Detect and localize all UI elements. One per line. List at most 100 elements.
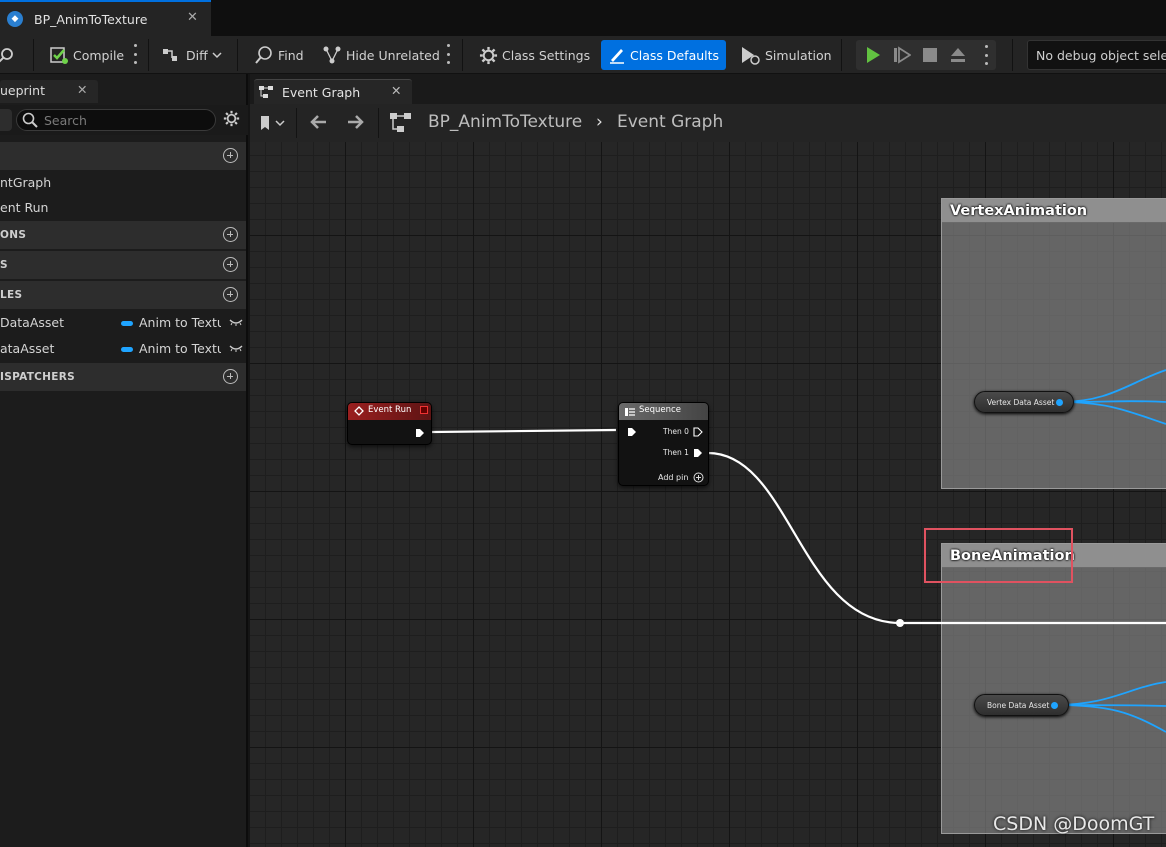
find-button[interactable]: Find [254,40,304,70]
play-options-icon[interactable] [984,45,988,65]
object-pin-icon[interactable] [1051,702,1058,709]
add-function-icon[interactable] [223,227,238,242]
exec-wire [431,428,617,434]
graph-canvas[interactable]: VertexAnimation BoneAnimation Event Run … [250,142,1166,847]
close-icon[interactable]: ✕ [187,10,198,25]
section-label: ISPATCHERS [0,371,75,383]
eye-icon[interactable] [229,342,243,354]
exec-out-pin-icon[interactable] [693,448,703,458]
close-icon[interactable]: ✕ [77,82,87,97]
document-tab-label: BP_AnimToTexture [34,11,148,27]
section-functions[interactable]: ONS [0,221,246,249]
graph-navigation-bar: BP_AnimToTexture › Event Graph [250,104,1166,142]
data-wire [1059,401,1166,425]
hide-unrelated-options-icon[interactable] [446,44,450,64]
sequence-node[interactable]: Sequence Then 0 Then 1 Add pin [618,402,709,486]
data-wire [1054,704,1166,733]
pin-label: Then 1 [663,448,689,457]
data-wire [1059,369,1166,403]
my-blueprint-tab-label: ueprint [0,83,45,98]
class-defaults-button[interactable]: Class Defaults [601,40,727,70]
main-toolbar: Compile Diff Find Hide Unrelated Class S… [0,36,1166,74]
eject-icon[interactable] [949,46,967,64]
section-graphs[interactable] [0,142,246,170]
event-run-node[interactable]: Event Run [347,402,432,445]
section-label: S [0,259,8,271]
list-item-label: ent Run [0,200,49,215]
my-blueprint-tab[interactable]: ueprint ✕ [0,80,98,103]
hide-unrelated-button[interactable]: Hide Unrelated [322,40,440,70]
back-arrow-icon[interactable] [308,113,328,131]
breadcrumb-blueprint[interactable]: BP_AnimToTexture [428,112,582,132]
step-icon[interactable] [893,46,911,64]
variable-type: Anim to Textur [139,315,221,330]
blueprint-icon: ◆ [7,11,23,27]
delegate-pin-icon[interactable] [420,406,428,414]
event-icon [354,406,364,416]
breadcrumb-graph: Event Graph [617,112,724,132]
document-tab[interactable]: ◆ BP_AnimToTexture ✕ [0,0,211,36]
sequence-icon [625,408,635,416]
tab-event-graph[interactable]: Event Graph ✕ [254,79,412,104]
compile-check-icon [50,47,68,64]
simulation-icon [742,47,760,65]
compile-options-icon[interactable] [133,44,137,64]
my-blueprint-panel: ueprint ✕ Search ntGraph ent Run ONS S L… [0,74,248,847]
class-settings-button[interactable]: Class Settings [479,40,590,70]
data-wire [1054,681,1166,706]
add-macro-icon[interactable] [223,257,238,272]
bone-data-asset-node[interactable]: Bone Data Asset [974,694,1069,716]
close-icon[interactable]: ✕ [391,83,401,98]
exec-out-pin-icon[interactable] [693,427,703,437]
breadcrumb-separator-icon: › [596,112,603,132]
add-graph-icon[interactable] [223,148,238,163]
vertex-data-asset-node[interactable]: Vertex Data Asset [974,391,1074,413]
section-event-dispatchers[interactable]: ISPATCHERS [0,363,246,391]
section-label: ONS [0,229,27,241]
list-item-event-graph[interactable]: ntGraph [0,170,246,195]
list-item-event-run[interactable]: ent Run [0,195,246,220]
edit-defaults-icon [610,49,624,64]
blueprint-editor: ◆ BP_AnimToTexture ✕ Compile Diff Find H… [0,0,1166,847]
section-variables[interactable]: LES [0,281,246,309]
exec-out-pin-icon[interactable] [415,428,425,438]
simulation-button[interactable]: Simulation [739,40,832,70]
browse-button[interactable] [0,40,16,70]
diff-button[interactable]: Diff [162,40,223,70]
list-item-label: ntGraph [0,175,52,190]
compile-button[interactable]: Compile [49,40,124,70]
add-pin-label[interactable]: Add pin [658,473,688,482]
browse-icon [0,48,13,63]
class-settings-label: Class Settings [502,47,591,63]
add-dispatcher-icon[interactable] [223,369,238,384]
class-defaults-label: Class Defaults [630,47,720,63]
forward-arrow-icon[interactable] [346,113,366,131]
play-controls [856,40,996,70]
search-input[interactable]: Search [16,109,216,131]
pin-label: Then 0 [663,427,689,436]
find-label: Find [278,47,304,63]
variable-type-pill-icon [121,321,133,326]
variable-row[interactable]: DataAsset Anim to Textur [0,310,246,335]
watermark: CSDN @DoomGT [993,813,1155,835]
object-pin-icon[interactable] [1056,399,1063,406]
variable-name: ataAsset [0,341,55,356]
variable-type-pill-icon [121,347,133,352]
stop-icon[interactable] [922,47,938,63]
diff-icon [163,49,177,61]
debug-object-selector[interactable]: No debug object selected [1027,40,1166,70]
gear-icon[interactable] [223,110,240,127]
search-placeholder: Search [44,112,87,128]
play-icon[interactable] [864,46,882,64]
variable-name: DataAsset [0,315,65,330]
add-button[interactable] [0,109,12,131]
exec-in-pin-icon[interactable] [627,427,637,437]
reroute-dot [896,619,904,627]
variable-row[interactable]: ataAsset Anim to Textur [0,336,246,361]
bookmark-icon[interactable] [258,114,290,132]
add-variable-icon[interactable] [223,287,238,302]
section-macros[interactable]: S [0,251,246,279]
eye-icon[interactable] [229,316,243,328]
hide-unrelated-icon [323,46,341,64]
add-pin-icon[interactable] [693,472,704,483]
